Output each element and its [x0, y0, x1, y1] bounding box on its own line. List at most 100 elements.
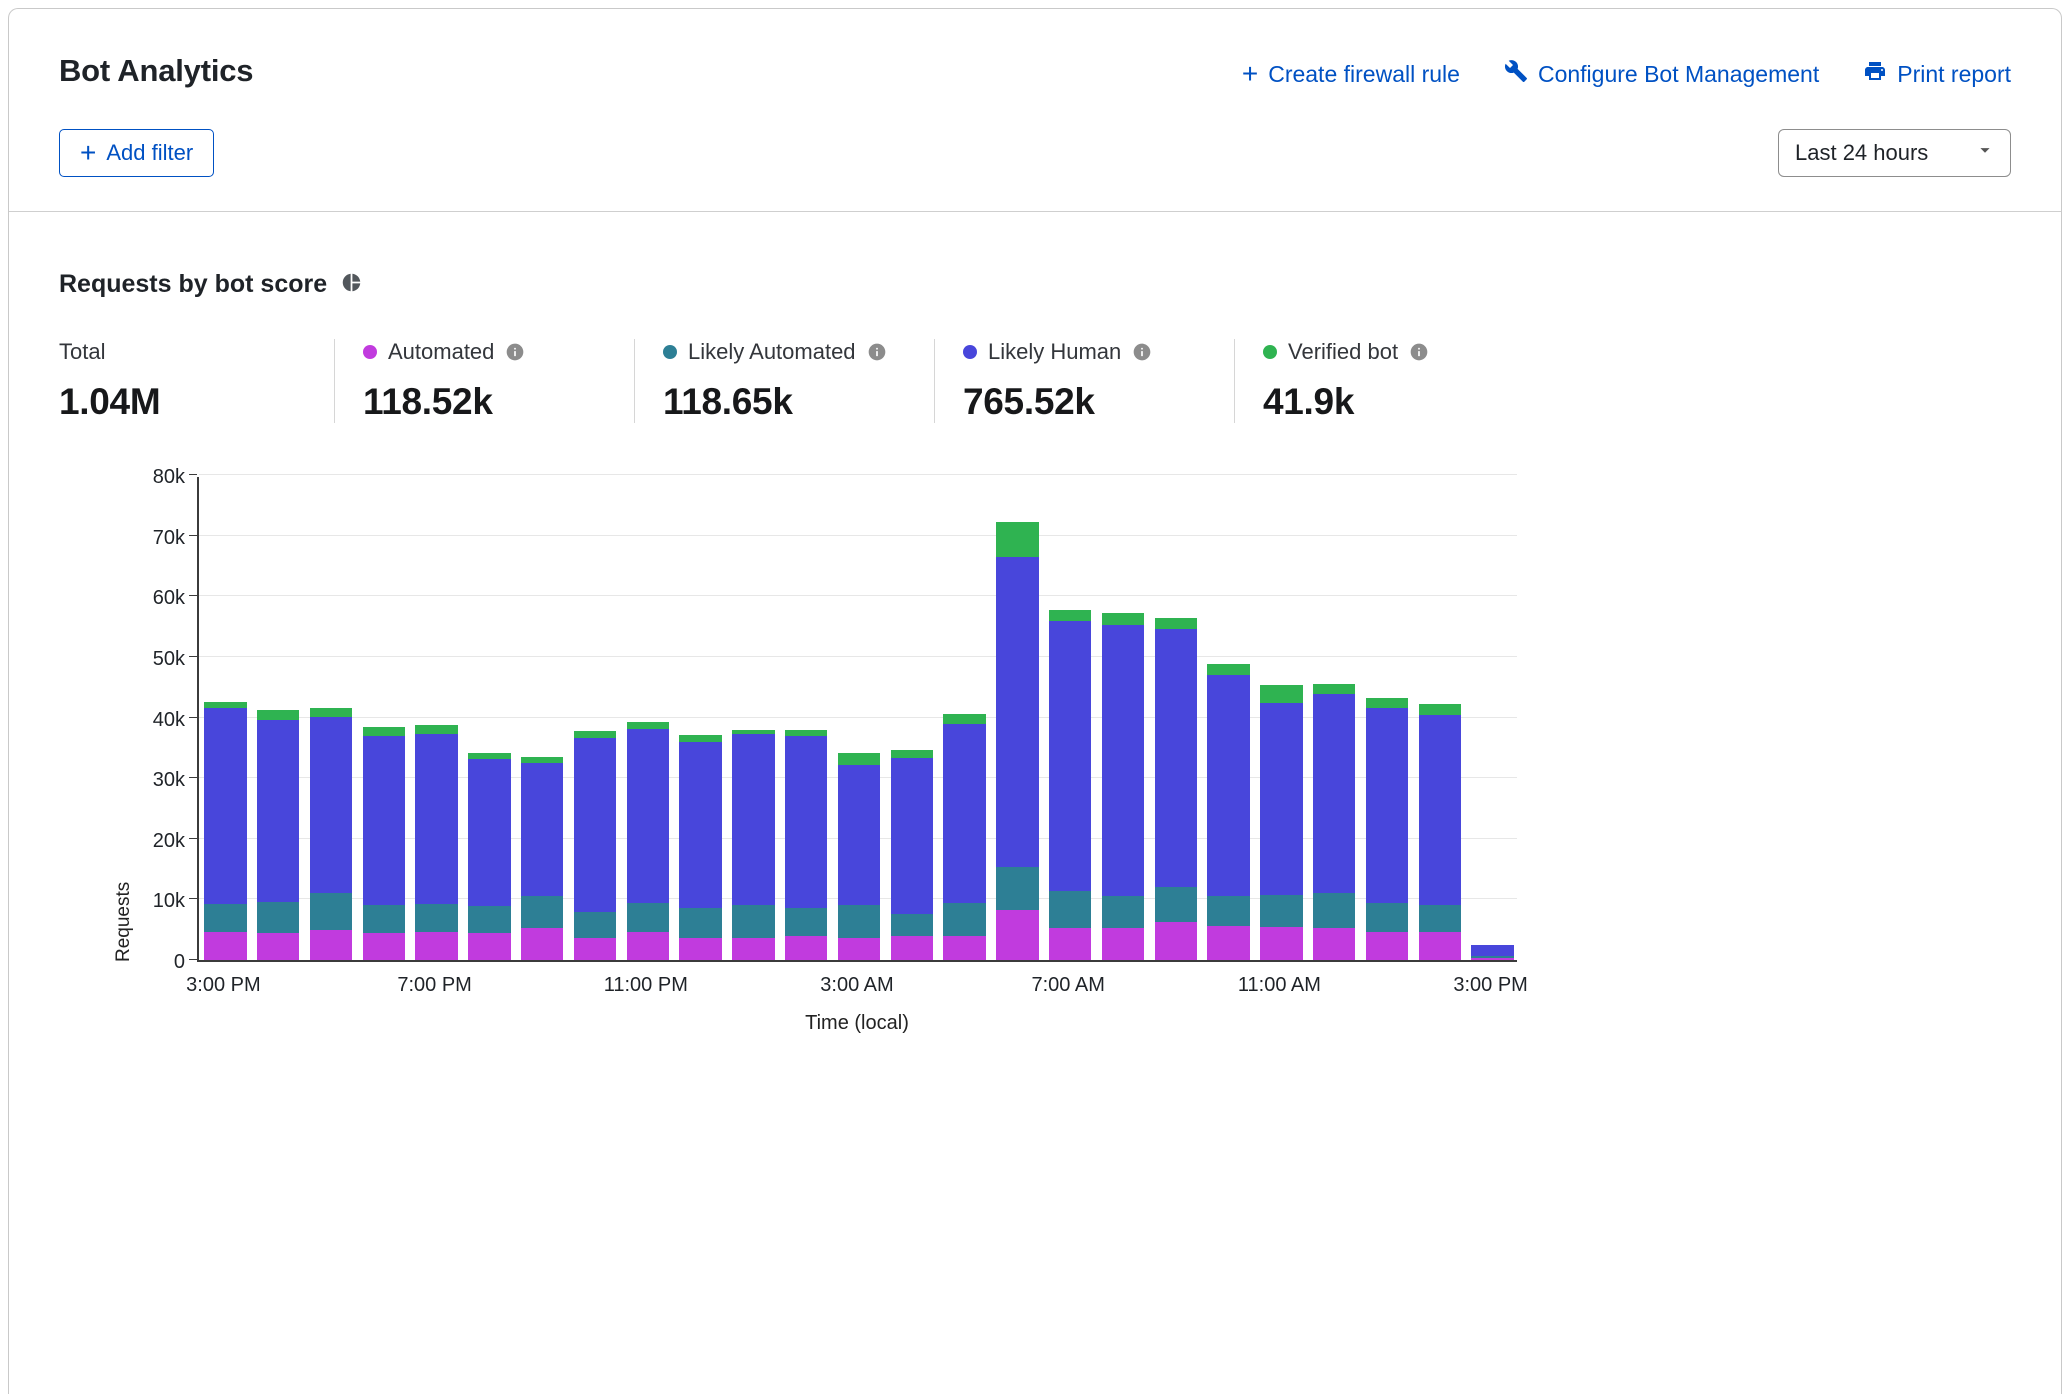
bar-segment [1207, 896, 1249, 926]
y-tick-label: 40k [153, 710, 185, 730]
bar-segment [996, 522, 1038, 557]
y-tick-label: 20k [153, 831, 185, 851]
configure-bot-management-link[interactable]: Configure Bot Management [1504, 59, 1819, 89]
wrench-icon [1504, 59, 1528, 89]
bar-segment [1049, 928, 1091, 960]
bar-segment [257, 902, 299, 932]
info-icon[interactable] [867, 342, 887, 362]
stat-automated-value: 118.52k [363, 381, 610, 423]
bar-segment [574, 912, 616, 938]
bar-segment [1155, 618, 1197, 629]
bar-segment [1260, 927, 1302, 960]
stacked-bar-24[interactable] [1471, 945, 1513, 960]
stacked-bar-14[interactable] [943, 714, 985, 960]
configure-bot-management-label: Configure Bot Management [1538, 61, 1819, 88]
bar-segment [1049, 891, 1091, 928]
bar-segment [1207, 664, 1249, 676]
bar-segment [679, 742, 721, 909]
bar-segment [891, 936, 933, 960]
stacked-bar-11[interactable] [785, 730, 827, 960]
bar-segment [627, 722, 669, 729]
bar-segment [1313, 684, 1355, 695]
stacked-bar-21[interactable] [1313, 684, 1355, 960]
stat-likely-human: Likely Human 765.52k [934, 339, 1234, 423]
bar-segment [679, 735, 721, 742]
bar-segment [204, 708, 246, 903]
stacked-bar-7[interactable] [574, 731, 616, 960]
stacked-bar-3[interactable] [363, 727, 405, 960]
bar-segment [1102, 896, 1144, 928]
plus-icon: + [1242, 64, 1258, 84]
bar-segment [204, 932, 246, 960]
bar-segment [943, 903, 985, 936]
stat-likely-human-label: Likely Human [988, 339, 1121, 365]
bar-segment [1471, 958, 1513, 960]
bar-segment [1155, 887, 1197, 922]
stat-automated: Automated 118.52k [334, 339, 634, 423]
stacked-bar-17[interactable] [1102, 613, 1144, 960]
bar-segment [838, 753, 880, 765]
bar-segment [1366, 698, 1408, 708]
bar-segment [891, 750, 933, 758]
x-tick-label: 11:00 AM [1238, 974, 1321, 997]
info-icon[interactable] [505, 342, 525, 362]
create-firewall-rule-link[interactable]: + Create firewall rule [1242, 61, 1460, 88]
stacked-bar-8[interactable] [627, 722, 669, 960]
stacked-bar-5[interactable] [468, 753, 510, 960]
stacked-bar-1[interactable] [257, 710, 299, 960]
bar-segment [310, 708, 352, 717]
bar-segment [1260, 703, 1302, 895]
likely-automated-dot-icon [663, 345, 677, 359]
plus-icon: + [80, 143, 96, 163]
stat-likely-automated: Likely Automated 118.65k [634, 339, 934, 423]
stacked-bar-18[interactable] [1155, 618, 1197, 960]
bar-segment [1419, 715, 1461, 905]
stat-total: Total 1.04M [59, 339, 334, 423]
bar-segment [838, 765, 880, 906]
bar-segment [310, 717, 352, 893]
stacked-bar-12[interactable] [838, 753, 880, 960]
page-title: Bot Analytics [59, 53, 253, 89]
stacked-bar-2[interactable] [310, 708, 352, 960]
stacked-bar-22[interactable] [1366, 698, 1408, 960]
bar-segment [996, 557, 1038, 867]
print-report-link[interactable]: Print report [1863, 59, 2011, 89]
bar-segment [204, 904, 246, 932]
time-range-value: Last 24 hours [1795, 140, 1928, 166]
section-title-row: Requests by bot score [59, 270, 2011, 299]
stacked-bar-4[interactable] [415, 725, 457, 960]
bar-segment [732, 734, 774, 906]
stat-likely-human-value: 765.52k [963, 381, 1210, 423]
bar-segment [1419, 704, 1461, 716]
time-range-select[interactable]: Last 24 hours [1778, 129, 2011, 177]
bar-segment [1049, 621, 1091, 891]
stacked-bar-10[interactable] [732, 730, 774, 960]
bar-segment [468, 906, 510, 933]
bar-segment [1419, 905, 1461, 932]
stacked-bar-6[interactable] [521, 757, 563, 960]
bar-segment [521, 763, 563, 896]
stacked-bar-0[interactable] [204, 702, 246, 960]
stacked-bar-16[interactable] [1049, 610, 1091, 960]
stacked-bar-15[interactable] [996, 522, 1038, 960]
bar-segment [468, 759, 510, 906]
verified-bot-dot-icon [1263, 345, 1277, 359]
y-axis-labels: 010k20k30k40k50k60k70k80k [109, 477, 185, 962]
info-icon[interactable] [1409, 342, 1429, 362]
stat-verified-bot: Verified bot 41.9k [1234, 339, 1534, 423]
filter-row: + Add filter Last 24 hours [9, 89, 2061, 211]
x-tick-label: 11:00 PM [604, 974, 688, 997]
stacked-bar-9[interactable] [679, 735, 721, 961]
stacked-bar-19[interactable] [1207, 664, 1249, 960]
stacked-bar-23[interactable] [1419, 704, 1461, 960]
bar-segment [1102, 625, 1144, 897]
bar-segment [838, 905, 880, 937]
add-filter-button[interactable]: + Add filter [59, 129, 214, 177]
x-axis-labels: 3:00 PM7:00 PM11:00 PM3:00 AM7:00 AM11:0… [197, 974, 1517, 1002]
bar-segment [574, 938, 616, 960]
bar-segment [1419, 932, 1461, 960]
stacked-bar-13[interactable] [891, 750, 933, 960]
likely-human-dot-icon [963, 345, 977, 359]
info-icon[interactable] [1132, 342, 1152, 362]
stacked-bar-20[interactable] [1260, 685, 1302, 960]
